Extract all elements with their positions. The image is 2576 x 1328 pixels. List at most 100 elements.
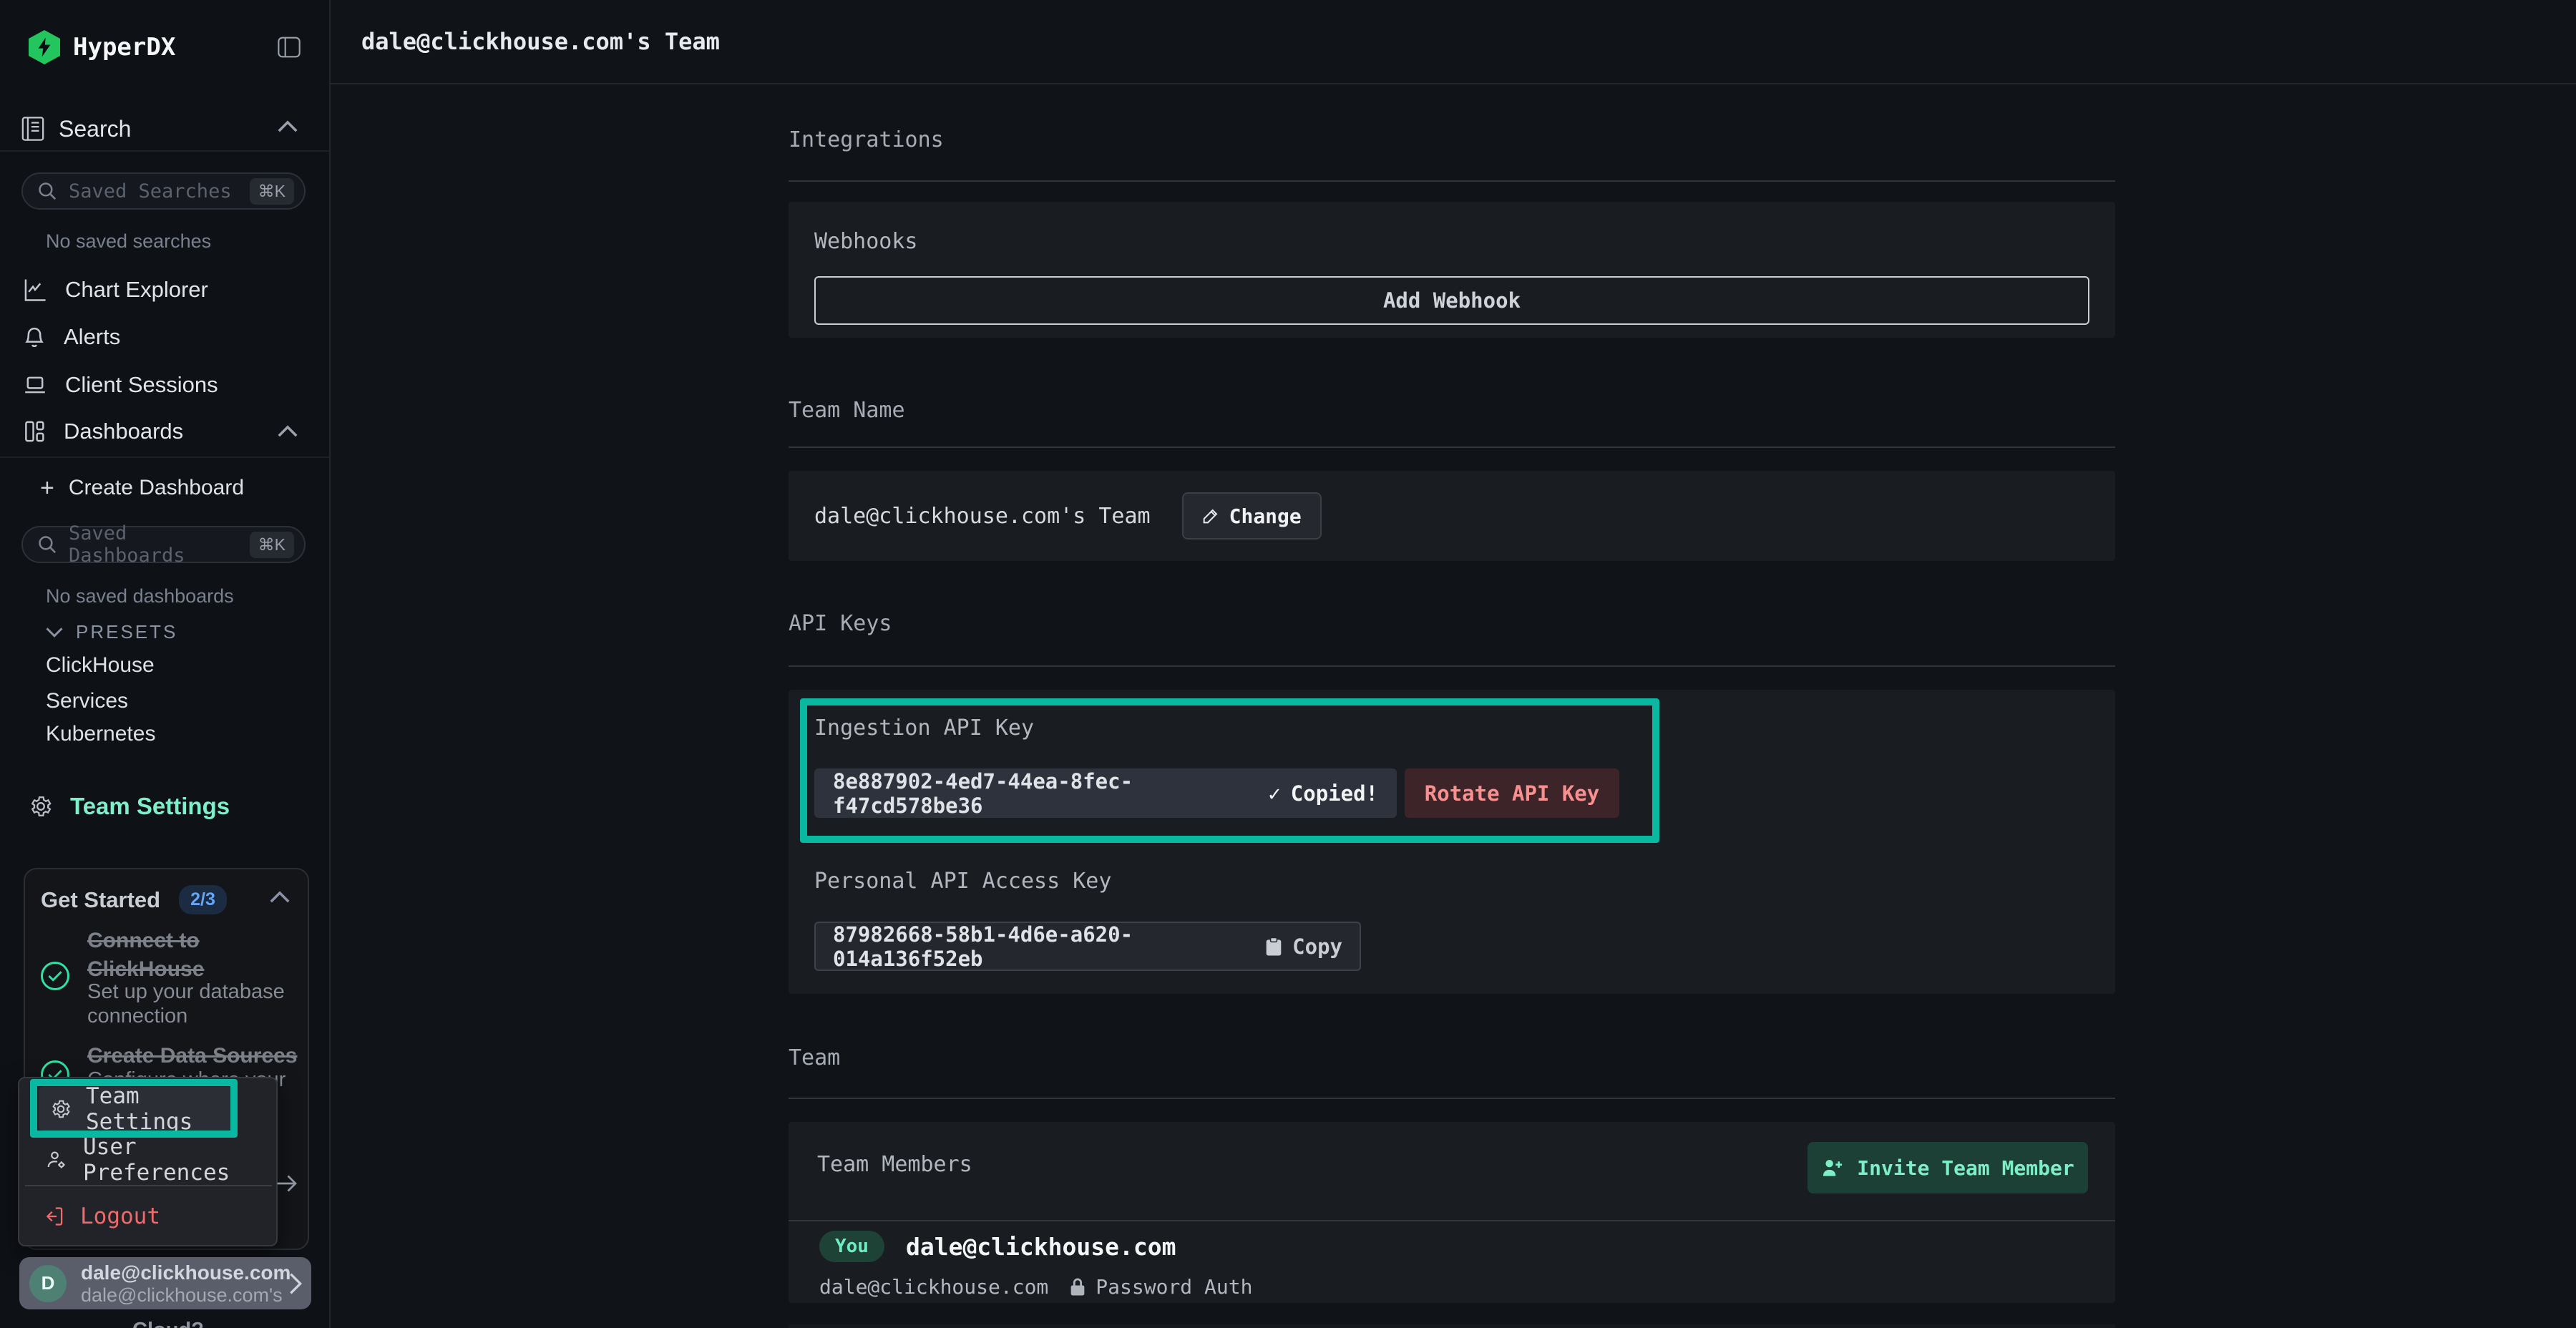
chevron-right-icon (288, 1273, 303, 1294)
get-started-item-subtitle: Set up your database connection (87, 980, 302, 1028)
no-saved-searches-text: No saved searches (46, 230, 211, 253)
section-divider (789, 1098, 2115, 1099)
search-icon (37, 181, 57, 201)
get-started-item-title[interactable]: Create Data Sources (87, 1042, 297, 1070)
brand-title: HyperDX (73, 33, 175, 62)
invite-button-label: Invite Team Member (1857, 1156, 2074, 1180)
check-circle-icon (41, 962, 69, 990)
team-name-value: dale@clickhouse.com's Team (814, 504, 1151, 529)
preset-services[interactable]: Services (46, 689, 128, 713)
sidebar-item-label: Client Sessions (65, 372, 218, 398)
personal-api-key-label: Personal API Access Key (814, 869, 1111, 894)
profile-subtitle: dale@clickhouse.com's (81, 1284, 288, 1306)
get-started-title: Get Started (41, 887, 160, 913)
team-member-details: dale@clickhouse.com Password Auth (819, 1274, 1252, 1299)
menu-divider (25, 1185, 272, 1186)
arrow-right-icon (276, 1173, 298, 1193)
team-members-label: Team Members (817, 1152, 972, 1177)
presets-label: PRESETS (76, 621, 177, 643)
user-menu: Team Settings User Preferences (18, 1077, 278, 1246)
get-started-item-title[interactable]: Connect to ClickHouse (87, 927, 295, 984)
dashboards-icon (24, 420, 45, 443)
chart-explorer-icon (24, 278, 47, 301)
next-card-sliver (789, 1324, 2115, 1328)
dashboards-collapse-chevron-icon[interactable] (278, 425, 298, 438)
ingestion-api-key-label: Ingestion API Key (814, 716, 1034, 741)
api-keys-card: Ingestion API Key 8e887902-4ed7-44ea-8fe… (789, 690, 2115, 994)
team-name-heading: Team Name (789, 398, 2115, 423)
sidebar-divider (0, 456, 329, 458)
sidebar-item-label: Dashboards (64, 419, 183, 444)
logout-icon (43, 1206, 63, 1226)
user-profile-button[interactable]: D dale@clickhouse.com dale@clickhouse.co… (19, 1257, 311, 1309)
integrations-heading: Integrations (789, 127, 2115, 152)
preset-clickhouse[interactable]: ClickHouse (46, 653, 155, 678)
api-keys-heading: API Keys (789, 611, 2115, 636)
sidebar-item-chart-explorer[interactable]: Chart Explorer (24, 274, 208, 306)
member-email: dale@clickhouse.com (819, 1275, 1048, 1299)
laptop-icon (24, 374, 47, 396)
profile-name: dale@clickhouse.com (81, 1261, 288, 1284)
no-saved-dashboards-text: No saved dashboards (46, 585, 234, 607)
ingestion-api-key-value[interactable]: 8e887902-4ed7-44ea-8fec-f47cd578be36 ✓ C… (814, 768, 1397, 818)
sidebar-section-search[interactable]: Search (21, 114, 131, 143)
sidebar-divider (0, 150, 329, 152)
chevron-down-icon (46, 627, 63, 638)
copy-button[interactable]: Copy (1265, 934, 1342, 959)
saved-dashboards-placeholder: Saved Dashboards (69, 522, 250, 567)
saved-dashboards-shortcut: ⌘K (250, 532, 294, 558)
ingestion-key-text: 8e887902-4ed7-44ea-8fec-f47cd578be36 (833, 769, 1268, 818)
menu-item-user-preferences[interactable]: User Preferences (46, 1144, 276, 1176)
sidebar-border (329, 0, 331, 1328)
menu-item-label: User Preferences (83, 1134, 276, 1186)
webhooks-card: Webhooks Add Webhook (789, 202, 2115, 338)
section-divider (789, 665, 2115, 667)
search-collapse-chevron-icon[interactable] (278, 120, 298, 133)
sidebar-item-alerts[interactable]: Alerts (24, 321, 120, 353)
add-webhook-button[interactable]: Add Webhook (814, 276, 2089, 325)
team-members-card: Team Members Invite Team Member You dale… (789, 1122, 2115, 1303)
saved-searches-placeholder: Saved Searches (69, 180, 250, 202)
invite-team-member-button[interactable]: Invite Team Member (1807, 1142, 2088, 1193)
saved-searches-input[interactable]: Saved Searches ⌘K (21, 172, 306, 210)
you-badge: You (819, 1231, 884, 1262)
sidebar-item-client-sessions[interactable]: Client Sessions (24, 369, 218, 401)
webhooks-label: Webhooks (814, 229, 918, 254)
collapse-sidebar-icon[interactable] (278, 36, 301, 58)
team-member-row: You dale@clickhouse.com (819, 1229, 1176, 1264)
gear-icon (50, 1098, 72, 1120)
app-window: HyperDX Search (0, 0, 2576, 1328)
copy-label: Copy (1292, 934, 1342, 959)
check-icon: ✓ (1268, 781, 1280, 806)
journal-search-icon (21, 117, 44, 141)
plus-icon: + (40, 474, 54, 502)
change-team-name-button[interactable]: Change (1182, 492, 1322, 540)
clipped-footer-text: Cloud? (132, 1319, 204, 1328)
bell-icon (24, 325, 45, 349)
preset-kubernetes[interactable]: Kubernetes (46, 722, 155, 746)
menu-item-label: Team Settings (86, 1083, 234, 1135)
get-started-collapse-chevron-icon[interactable] (270, 891, 290, 904)
sidebar-item-label: Chart Explorer (65, 277, 208, 303)
saved-dashboards-input[interactable]: Saved Dashboards ⌘K (21, 526, 306, 563)
copied-label: Copied! (1291, 781, 1378, 806)
logout-label: Logout (80, 1204, 160, 1229)
create-dashboard-button[interactable]: + Create Dashboard (40, 473, 244, 503)
search-section-label: Search (59, 116, 131, 142)
sidebar-item-team-settings[interactable]: Team Settings (29, 789, 230, 824)
menu-item-team-settings[interactable]: Team Settings (39, 1087, 234, 1131)
get-started-progress-badge: 2/3 (179, 885, 227, 914)
menu-item-logout[interactable]: Logout (43, 1201, 160, 1232)
member-auth-type: Password Auth (1096, 1275, 1252, 1299)
card-divider (789, 1220, 2115, 1221)
lock-icon (1070, 1276, 1085, 1297)
avatar: D (29, 1265, 67, 1302)
section-divider (789, 180, 2115, 182)
rotate-api-key-button[interactable]: Rotate API Key (1405, 768, 1619, 818)
member-name: dale@clickhouse.com (906, 1233, 1176, 1261)
team-heading: Team (789, 1045, 2115, 1070)
presets-header[interactable]: PRESETS (46, 620, 177, 644)
sidebar-item-dashboards[interactable]: Dashboards (24, 416, 183, 447)
personal-key-text: 87982668-58b1-4d6e-a620-014a136f52eb (833, 922, 1265, 971)
search-icon (37, 534, 57, 555)
